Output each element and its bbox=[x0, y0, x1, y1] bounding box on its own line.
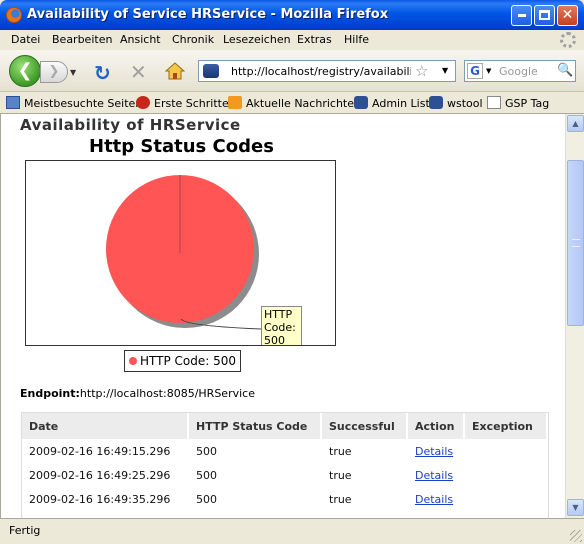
cell-status: 500 bbox=[196, 468, 217, 482]
table-row: 2009-02-16 16:49:35.296 500 true Details bbox=[22, 487, 548, 511]
menu-hilfe[interactable]: Hilfe bbox=[344, 33, 369, 46]
rss-icon bbox=[228, 96, 242, 109]
back-arrow-icon: ❮ bbox=[17, 60, 33, 81]
menu-ansicht[interactable]: Ansicht bbox=[120, 33, 161, 46]
folder-icon bbox=[6, 96, 20, 109]
page-icon bbox=[354, 96, 368, 109]
col-date: Date bbox=[22, 413, 189, 439]
forward-arrow-icon: ❯ bbox=[48, 64, 60, 79]
scroll-down-button[interactable]: ▼ bbox=[567, 499, 584, 516]
address-bar[interactable]: http://localhost/registry/availability/s… bbox=[198, 60, 456, 82]
url-input[interactable]: http://localhost/registry/availability/s… bbox=[231, 65, 411, 78]
stop-icon[interactable]: ✕ bbox=[130, 60, 147, 84]
throbber-icon bbox=[560, 32, 576, 48]
close-icon: ✕ bbox=[561, 7, 574, 23]
scroll-up-button[interactable]: ▲ bbox=[567, 115, 584, 132]
close-button[interactable]: ✕ bbox=[557, 5, 578, 26]
table-header-row: Date HTTP Status Code Successful Action … bbox=[22, 413, 548, 439]
chart-legend: HTTP Code: 500 bbox=[124, 350, 242, 372]
scroll-thumb[interactable] bbox=[567, 160, 584, 326]
endpoint-label: Endpoint: bbox=[20, 387, 80, 400]
details-link[interactable]: Details bbox=[415, 445, 453, 458]
cell-date: 2009-02-16 16:49:15.296 bbox=[29, 444, 171, 458]
chart-title: Http Status Codes bbox=[89, 136, 274, 157]
bookmark-most-visited[interactable]: Meistbesuchte Seiten bbox=[6, 96, 142, 110]
bookmark-star-icon[interactable]: ☆ bbox=[415, 62, 428, 80]
details-link[interactable]: Details bbox=[415, 493, 453, 506]
table-row: 2009-02-16 16:49:25.296 500 true Details bbox=[22, 463, 548, 487]
endpoint-value: http://localhost:8085/HRService bbox=[79, 387, 255, 400]
bookmark-gsp-tag[interactable]: GSP Tag bbox=[487, 96, 549, 110]
page-icon bbox=[429, 96, 443, 109]
cell-date: 2009-02-16 16:49:35.296 bbox=[29, 492, 171, 506]
search-icon[interactable]: 🔍 bbox=[557, 63, 573, 78]
cell-status: 500 bbox=[196, 444, 217, 458]
bookmark-news[interactable]: Aktuelle Nachrichten bbox=[228, 96, 361, 110]
cell-exception bbox=[465, 463, 548, 487]
history-dropdown-icon[interactable]: ▼ bbox=[70, 68, 76, 77]
page-content: Availability of HRService Http Status Co… bbox=[0, 114, 565, 518]
page-title: Availability of HRService bbox=[20, 116, 241, 134]
bookmarks-toolbar: Meistbesuchte Seiten Erste Schritte Aktu… bbox=[0, 92, 584, 114]
search-box[interactable]: G ▼ Google 🔍 bbox=[464, 60, 576, 82]
site-favicon-icon bbox=[203, 64, 219, 78]
col-action: Action bbox=[408, 413, 465, 439]
endpoint-line: Endpoint:http://localhost:8085/HRService bbox=[20, 387, 255, 400]
bookmark-admin-list[interactable]: Admin List bbox=[354, 96, 430, 110]
table-row: 2009-02-16 16:49:15.296 500 true Details bbox=[22, 439, 548, 463]
menu-bar: Datei Bearbeiten Ansicht Chronik Lesezei… bbox=[0, 30, 584, 50]
cell-successful: true bbox=[329, 444, 352, 458]
resize-grip-icon[interactable] bbox=[570, 530, 582, 542]
pie-chart: HTTP Code: 500 bbox=[25, 160, 336, 346]
legend-color-swatch bbox=[129, 357, 137, 365]
cell-successful: true bbox=[329, 468, 352, 482]
status-bar: Fertig bbox=[0, 518, 584, 544]
menu-bearbeiten[interactable]: Bearbeiten bbox=[52, 33, 112, 46]
document-icon bbox=[487, 96, 501, 109]
google-engine-icon[interactable]: G bbox=[467, 63, 483, 79]
menu-extras[interactable]: Extras bbox=[297, 33, 332, 46]
reload-icon[interactable]: ↻ bbox=[94, 61, 111, 85]
col-exception: Exception bbox=[465, 413, 548, 439]
bookmark-getting-started[interactable]: Erste Schritte bbox=[136, 96, 229, 110]
search-input[interactable]: Google bbox=[499, 65, 538, 78]
col-http-status-code: HTTP Status Code bbox=[189, 413, 322, 439]
status-text: Fertig bbox=[9, 524, 41, 537]
scroll-grip-icon bbox=[572, 239, 580, 247]
cell-successful: true bbox=[329, 492, 352, 506]
cell-date: 2009-02-16 16:49:25.296 bbox=[29, 468, 171, 482]
bookmark-wstool[interactable]: wstool bbox=[429, 96, 483, 110]
cell-status: 500 bbox=[196, 492, 217, 506]
cell-exception bbox=[465, 487, 548, 511]
window-title: Availability of Service HRService - Mozi… bbox=[27, 7, 389, 22]
engine-dropdown-icon[interactable]: ▼ bbox=[486, 67, 491, 75]
maximize-button[interactable] bbox=[534, 5, 555, 26]
url-dropdown-icon[interactable]: ▼ bbox=[442, 66, 448, 75]
firefox-icon bbox=[136, 96, 150, 109]
home-icon[interactable] bbox=[165, 62, 185, 80]
col-successful: Successful bbox=[322, 413, 408, 439]
minimize-button[interactable] bbox=[511, 5, 532, 26]
legend-label: HTTP Code: 500 bbox=[140, 354, 237, 368]
pie-callout: HTTP Code: 500 bbox=[261, 306, 302, 345]
details-link[interactable]: Details bbox=[415, 469, 453, 482]
navigation-toolbar: ❮ ❯ ▼ ↻ ✕ http://localhost/registry/avai… bbox=[0, 50, 584, 92]
firefox-icon bbox=[6, 7, 22, 23]
back-button[interactable]: ❮ bbox=[9, 55, 41, 87]
availability-table: Date HTTP Status Code Successful Action … bbox=[21, 412, 549, 518]
forward-button[interactable]: ❯ bbox=[40, 61, 68, 83]
menu-lesezeichen[interactable]: Lesezeichen bbox=[223, 33, 291, 46]
menu-datei[interactable]: Datei bbox=[11, 33, 40, 46]
vertical-scrollbar[interactable]: ▲ ▼ bbox=[565, 114, 584, 518]
cell-exception bbox=[465, 439, 548, 463]
title-bar: Availability of Service HRService - Mozi… bbox=[0, 0, 584, 30]
menu-chronik[interactable]: Chronik bbox=[172, 33, 214, 46]
